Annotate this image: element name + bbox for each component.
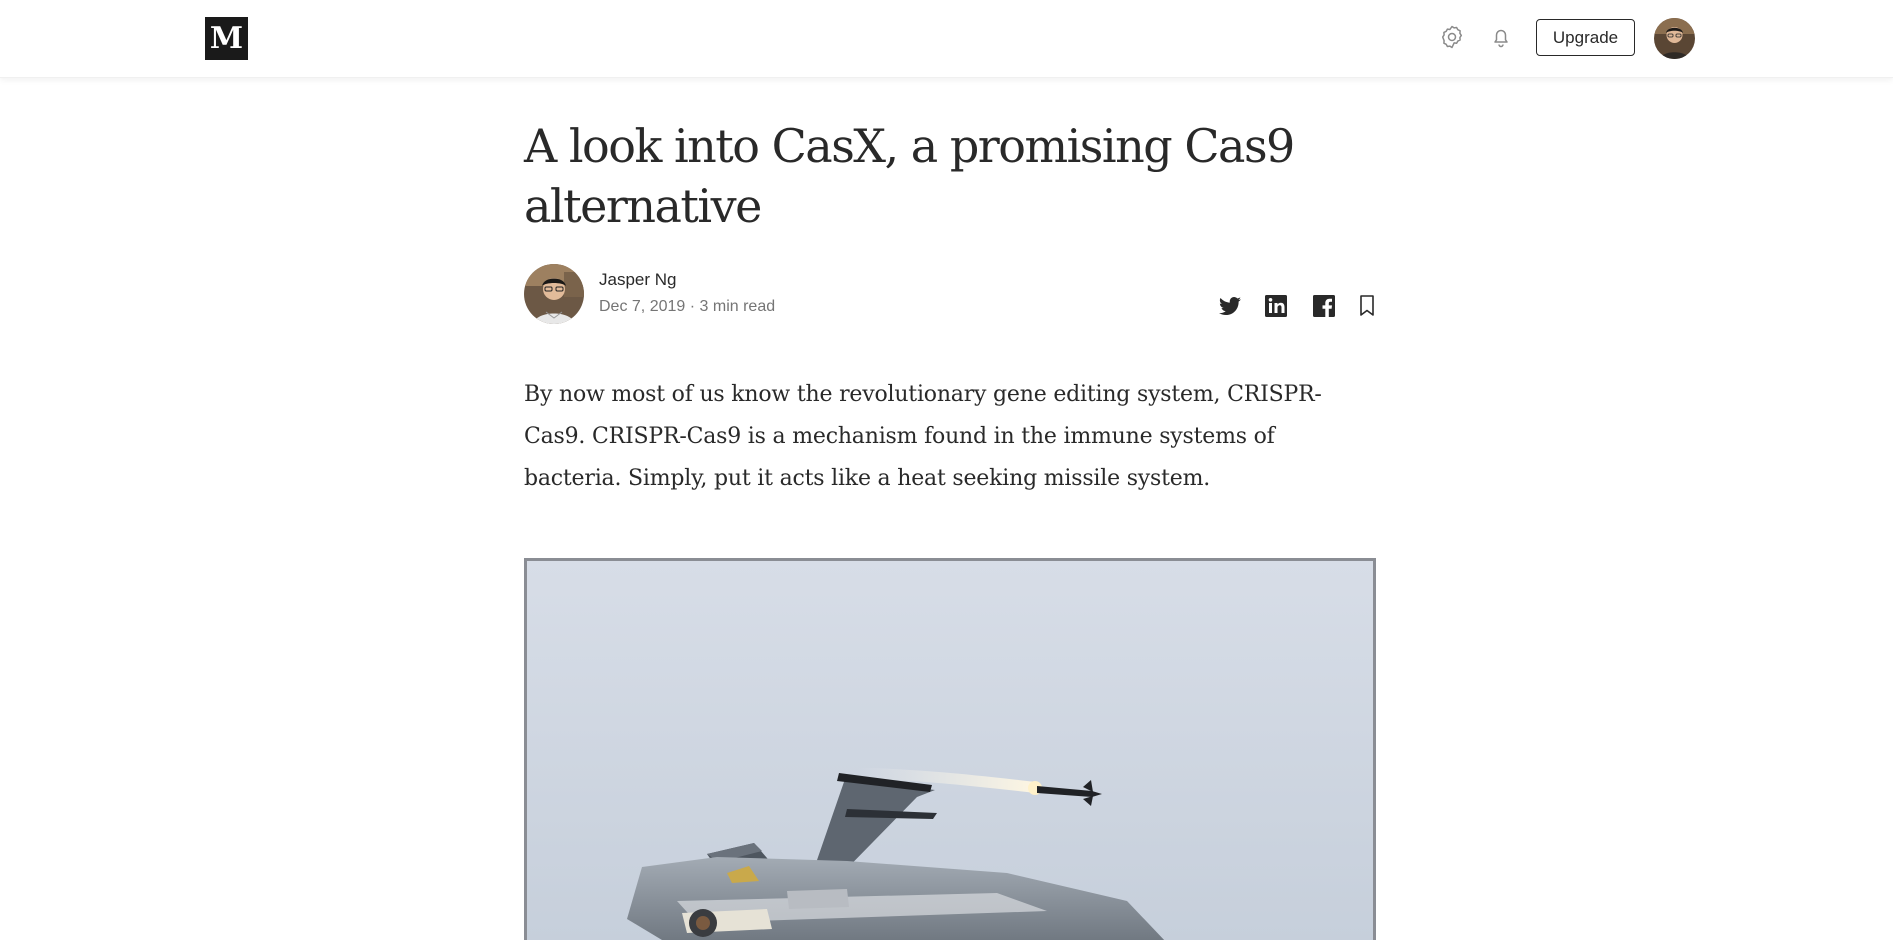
read-time: 3 min read	[699, 298, 776, 315]
hero-image	[524, 558, 1376, 940]
bell-icon[interactable]	[1486, 22, 1516, 52]
medium-logo[interactable]: M	[205, 17, 248, 60]
article-header: A look into CasX, a promising Cas9 alter…	[524, 116, 1376, 236]
publish-date: Dec 7, 2019	[599, 298, 686, 315]
upgrade-button[interactable]: Upgrade	[1536, 19, 1635, 56]
top-navigation-bar: M Upgrade	[0, 0, 1893, 78]
twitter-icon[interactable]	[1216, 292, 1244, 320]
user-avatar[interactable]	[1654, 18, 1695, 59]
author-avatar-image	[524, 264, 584, 324]
fighter-jet-missile-illustration	[527, 561, 1373, 940]
bookmark-icon[interactable]	[1356, 292, 1378, 320]
article-title: A look into CasX, a promising Cas9 alter…	[524, 119, 1295, 233]
author-byline: Jasper Ng Dec 7, 2019 · 3 min read	[524, 264, 1376, 324]
article-intro-paragraph: By now most of us know the revolutionary…	[524, 382, 1322, 491]
article-meta: Dec 7, 2019 · 3 min read	[599, 298, 775, 316]
gear-icon[interactable]	[1437, 22, 1467, 52]
linkedin-icon[interactable]	[1262, 292, 1290, 320]
author-name[interactable]: Jasper Ng	[599, 270, 676, 290]
meta-separator: ·	[689, 298, 696, 315]
user-avatar-image	[1654, 18, 1695, 59]
facebook-icon[interactable]	[1310, 292, 1338, 320]
author-avatar[interactable]	[524, 264, 584, 324]
